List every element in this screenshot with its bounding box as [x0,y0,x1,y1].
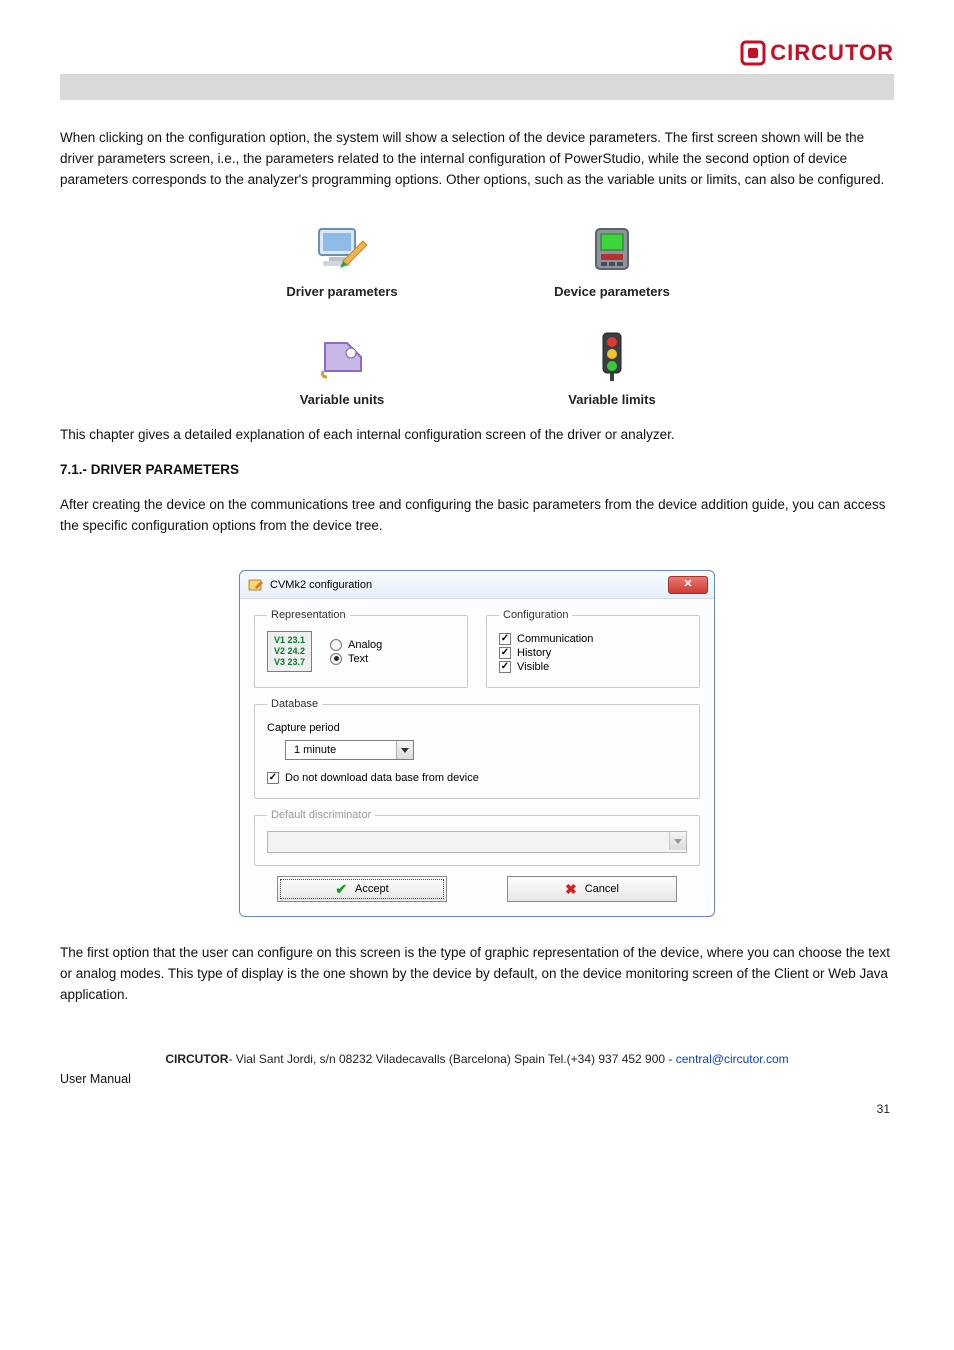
footer-brand: CIRCUTOR [165,1052,228,1066]
tag-icon [317,335,367,383]
driver-parameters-cell: Driver parameters [252,217,432,299]
traffic-light-icon [597,331,627,383]
dropdown-disabled-icon [669,832,686,850]
paragraph-driver: After creating the device on the communi… [60,495,894,537]
logo-icon [740,40,766,66]
variable-units-label: Variable units [252,392,432,407]
radio-text[interactable]: Text [330,653,382,665]
icon-row-2: Variable units Variable limits [60,325,894,407]
discriminator-group: Default discriminator [254,809,700,866]
dialog-title-icon [248,577,264,593]
device-icon [588,225,636,275]
accept-button[interactable]: ✔ Accept [277,876,447,902]
check-history-label: History [517,647,551,659]
radio-analog-indicator [330,639,342,651]
cancel-button[interactable]: ✖ Cancel [507,876,677,902]
footer-line: CIRCUTOR- Vial Sant Jordi, s/n 08232 Vil… [60,1052,894,1066]
page-number: 31 [60,1102,894,1116]
check-no-download-label: Do not download data base from device [285,772,479,784]
mini-line-2: V2 24.2 [274,646,305,656]
footer-address: - Vial Sant Jordi, s/n 08232 Viladecaval… [228,1052,675,1066]
mini-line-1: V1 23.1 [274,635,305,645]
icon-row-1: Driver parameters Device parameters [60,217,894,299]
database-legend: Database [267,698,322,710]
check-no-download-box [267,772,279,784]
dialog-titlebar: CVMk2 configuration ✕ [240,571,714,599]
capture-period-select[interactable]: 1 minute [285,740,414,760]
brand-name: CIRCUTOR [770,40,894,66]
mini-preview: V1 23.1 V2 24.2 V3 23.7 [267,631,312,672]
variable-limits-label: Variable limits [522,392,702,407]
database-group: Database Capture period 1 minute Do not … [254,698,700,799]
section-number: 7.1.- [60,462,87,477]
discriminator-legend: Default discriminator [267,809,375,821]
variable-units-cell: Variable units [252,325,432,407]
paragraph-chapter: This chapter gives a detailed explanatio… [60,425,894,446]
paragraph-intro: When clicking on the configuration optio… [60,128,894,191]
radio-text-label: Text [348,653,368,665]
check-history-box [499,647,511,659]
variable-limits-cell: Variable limits [522,325,702,407]
check-visible[interactable]: Visible [499,661,687,673]
discriminator-select [267,831,687,853]
check-communication-label: Communication [517,633,593,645]
footer-email: central@circutor.com [676,1052,789,1066]
radio-analog-label: Analog [348,639,382,651]
radio-analog[interactable]: Analog [330,639,382,651]
user-manual-label: User Manual [60,1072,894,1086]
config-dialog: CVMk2 configuration ✕ Representation V1 … [239,570,715,917]
check-communication-box [499,633,511,645]
section-title: DRIVER PARAMETERS [91,462,239,477]
capture-period-value: 1 minute [286,744,396,756]
paragraph-representation: The first option that the user can confi… [60,943,894,1006]
mini-line-3: V3 23.7 [274,657,305,667]
x-icon: ✖ [565,881,577,898]
section-heading: 7.1.- DRIVER PARAMETERS [60,460,894,481]
cancel-label: Cancel [585,883,619,895]
close-button[interactable]: ✕ [668,576,708,594]
monitor-pencil-icon [313,225,371,275]
device-parameters-label: Device parameters [522,284,702,299]
dropdown-icon [396,741,413,759]
representation-group: Representation V1 23.1 V2 24.2 V3 23.7 A [254,609,468,688]
driver-parameters-label: Driver parameters [252,284,432,299]
check-history[interactable]: History [499,647,687,659]
check-communication[interactable]: Communication [499,633,687,645]
check-icon: ✔ [335,881,347,898]
brand-logo: CIRCUTOR [60,40,894,66]
radio-text-indicator [330,653,342,665]
check-visible-box [499,661,511,673]
configuration-group: Configuration Communication History Visi… [486,609,700,688]
device-parameters-cell: Device parameters [522,217,702,299]
header-bar [60,74,894,100]
check-visible-label: Visible [517,661,549,673]
representation-legend: Representation [267,609,350,621]
accept-label: Accept [355,883,389,895]
capture-period-label: Capture period [267,722,687,734]
check-no-download[interactable]: Do not download data base from device [267,772,687,784]
configuration-legend: Configuration [499,609,572,621]
dialog-title: CVMk2 configuration [270,579,668,591]
